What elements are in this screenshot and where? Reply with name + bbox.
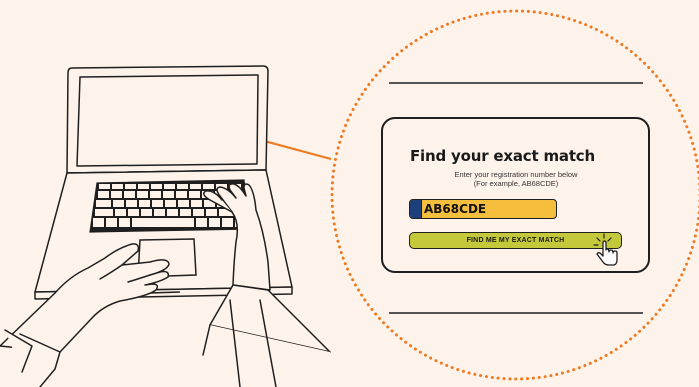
registration-input[interactable] xyxy=(424,200,554,218)
hand-pointer-icon xyxy=(592,232,622,268)
helper-text-line-2: (For example, AB68CDE) xyxy=(473,179,559,188)
laptop-screen xyxy=(66,65,269,174)
plate-country-band xyxy=(410,200,422,218)
find-exact-match-button[interactable]: FIND ME MY EXACT MATCH xyxy=(409,232,622,249)
card-title: Find your exact match xyxy=(410,147,595,165)
helper-text-line-1: Enter your registration number below xyxy=(454,170,578,179)
helper-text: Enter your registration number below (Fo… xyxy=(416,170,616,188)
registration-plate xyxy=(409,199,557,219)
